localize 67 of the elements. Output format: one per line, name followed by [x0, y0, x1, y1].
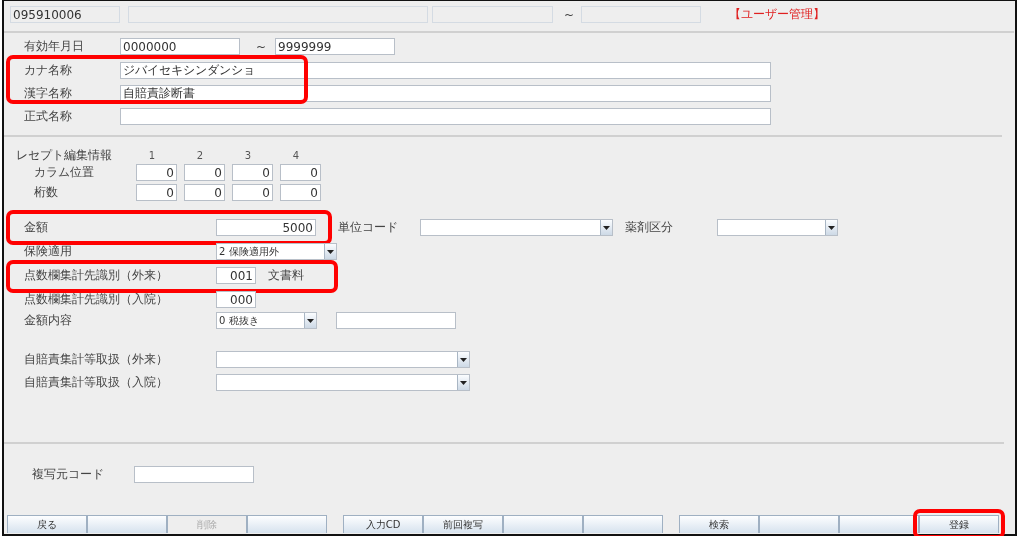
input-field[interactable]: ジバイセキシンダンショ — [120, 62, 771, 79]
section-label: レセプト編集情報 — [16, 146, 113, 164]
number-field[interactable]: 0 — [136, 184, 177, 201]
input-field[interactable] — [336, 312, 456, 329]
field-label: 正式名称 — [24, 108, 73, 125]
toolbar-button[interactable] — [503, 515, 583, 533]
dropdown[interactable] — [216, 374, 470, 391]
toolbar-button[interactable]: 登録 — [919, 515, 999, 533]
column-header: 3 — [243, 149, 253, 161]
field-label: 薬剤区分 — [625, 219, 673, 236]
field-label: 保険適用 — [24, 243, 73, 260]
code-input-field[interactable]: 001 — [216, 267, 256, 284]
dropdown[interactable]: 2 保険適用外 — [216, 243, 337, 260]
field-label: 点数欄集計先識別（入院） — [24, 291, 169, 308]
dropdown-arrow-icon — [603, 225, 610, 230]
input-field[interactable]: 0000000 — [120, 38, 240, 55]
number-field[interactable]: 0 — [280, 184, 321, 201]
dropdown[interactable] — [717, 219, 838, 236]
user-label: 【ユーザー管理】 — [729, 6, 826, 23]
field-label: 漢字名称 — [24, 85, 73, 102]
column-header: 2 — [195, 149, 205, 161]
dropdown-arrow-icon — [460, 380, 467, 385]
tilde-text: ~ — [256, 39, 267, 54]
dropdown-arrow-icon — [460, 357, 467, 362]
toolbar-button[interactable] — [87, 515, 167, 533]
toolbar-button[interactable] — [583, 515, 663, 533]
number-field[interactable]: 0 — [184, 184, 225, 201]
number-field[interactable]: 0 — [136, 164, 177, 181]
number-field[interactable]: 0 — [184, 164, 225, 181]
field-label: カナ名称 — [24, 62, 73, 79]
amount-field[interactable]: 5000 — [216, 219, 316, 236]
toolbar-button[interactable]: 入力CD — [343, 515, 423, 533]
category-text: 文書料 — [268, 267, 304, 284]
input-field[interactable]: 9999999 — [275, 38, 396, 55]
dropdown[interactable]: 0 税抜き — [216, 312, 317, 329]
input-field[interactable] — [134, 466, 254, 483]
field-label: 単位コード — [338, 219, 398, 236]
column-header: 4 — [291, 149, 301, 161]
dropdown-arrow-icon — [307, 318, 314, 323]
toolbar-button[interactable] — [759, 515, 839, 533]
dropdown[interactable] — [420, 219, 613, 236]
number-field[interactable]: 0 — [232, 164, 273, 181]
field-label: 有効年月日 — [24, 38, 85, 55]
toolbar-button[interactable]: 戻る — [7, 515, 87, 533]
toolbar-button[interactable]: 前回複写 — [423, 515, 503, 533]
number-field[interactable]: 0 — [280, 164, 321, 181]
field-label: 自賠責集計等取扱（外来） — [24, 351, 169, 368]
tilde-text: ~ — [564, 7, 575, 22]
code-input-field[interactable]: 000 — [216, 291, 256, 308]
dropdown[interactable] — [216, 351, 470, 368]
input-field[interactable]: 自賠責診断書 — [120, 85, 771, 102]
toolbar-button[interactable] — [247, 515, 327, 533]
column-header: 1 — [147, 149, 157, 161]
field-label: 複写元コード — [32, 466, 105, 483]
field-label: カラム位置 — [34, 164, 95, 181]
field-label: 点数欄集計先識別（外来） — [24, 267, 169, 284]
dropdown-arrow-icon — [327, 249, 334, 254]
toolbar-button[interactable] — [839, 515, 919, 533]
field-label: 自賠責集計等取扱（入院） — [24, 374, 169, 391]
code-field: 095910006 — [10, 6, 120, 23]
toolbar-button[interactable]: 検索 — [679, 515, 759, 533]
number-field[interactable]: 0 — [232, 184, 273, 201]
field-label: 金額 — [24, 219, 49, 236]
dropdown-arrow-icon — [828, 225, 835, 230]
input-field[interactable] — [120, 108, 771, 125]
field-label: 金額内容 — [24, 312, 73, 329]
field-label: 桁数 — [34, 184, 59, 201]
